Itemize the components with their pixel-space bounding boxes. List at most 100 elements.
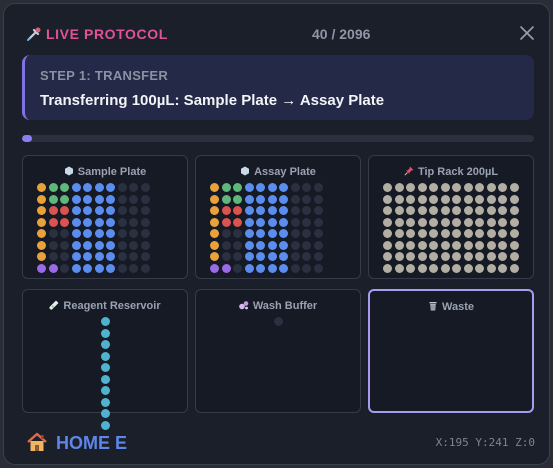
well — [140, 252, 150, 261]
tip — [429, 252, 438, 261]
well — [221, 206, 231, 215]
well — [313, 194, 323, 204]
reservoir-well — [101, 409, 110, 418]
tip — [452, 229, 461, 238]
well — [267, 183, 277, 192]
well — [256, 194, 265, 204]
well — [129, 240, 138, 250]
trash-icon — [429, 302, 437, 311]
tip — [452, 217, 461, 227]
well — [290, 217, 300, 227]
house-icon — [27, 432, 47, 451]
tip — [383, 229, 392, 238]
deck-slot-wash-buffer[interactable]: Wash Buffer — [195, 289, 361, 413]
well — [37, 229, 46, 238]
tip — [394, 240, 404, 250]
tip — [417, 252, 427, 261]
well — [48, 206, 58, 215]
slot-title: Reagent Reservoir — [63, 300, 161, 312]
slot-title: Sample Plate — [77, 166, 147, 178]
well — [210, 183, 219, 192]
tip — [417, 263, 427, 273]
tip — [486, 240, 496, 250]
deck-slot-sample-plate[interactable]: Sample Plate — [22, 155, 188, 279]
well — [140, 240, 150, 250]
well — [129, 183, 138, 192]
wash-buffer-well — [274, 317, 283, 326]
well — [71, 252, 81, 261]
reservoir-well — [101, 374, 110, 384]
well — [244, 183, 254, 192]
tip — [463, 252, 473, 261]
well — [290, 194, 300, 204]
reservoir-well — [101, 420, 110, 430]
tip — [452, 194, 461, 204]
deck-slot-tip-rack[interactable]: Tip Rack 200µL — [368, 155, 534, 279]
tip — [440, 229, 450, 238]
tip — [486, 217, 496, 227]
well — [106, 183, 115, 192]
well — [83, 206, 92, 215]
tip — [440, 240, 450, 250]
well — [83, 217, 92, 227]
tip — [394, 252, 404, 261]
well — [221, 194, 231, 204]
well — [94, 183, 104, 192]
tip — [417, 183, 427, 192]
tip — [498, 206, 507, 215]
tip — [452, 240, 461, 250]
well — [302, 183, 311, 192]
well — [71, 263, 81, 273]
reservoir-well — [101, 340, 110, 349]
tip — [509, 252, 519, 261]
well — [83, 183, 92, 192]
well — [48, 194, 58, 204]
tip — [509, 229, 519, 238]
tip — [417, 206, 427, 215]
well — [140, 263, 150, 273]
well — [313, 183, 323, 192]
well — [129, 217, 138, 227]
well — [117, 183, 127, 192]
well — [48, 263, 58, 273]
well — [313, 252, 323, 261]
tip — [406, 194, 415, 204]
tip — [440, 217, 450, 227]
well — [221, 183, 231, 192]
well — [279, 240, 288, 250]
tip — [498, 217, 507, 227]
well — [244, 252, 254, 261]
tip — [383, 217, 392, 227]
tip — [498, 229, 507, 238]
well — [302, 263, 311, 273]
well — [267, 229, 277, 238]
tip — [475, 217, 484, 227]
deck-slot-reagent-reservoir[interactable]: Reagent Reservoir — [22, 289, 188, 430]
tip — [509, 217, 519, 227]
tip — [406, 252, 415, 261]
tip — [383, 194, 392, 204]
well — [256, 217, 265, 227]
well — [233, 252, 242, 261]
well — [233, 194, 242, 204]
well — [233, 229, 242, 238]
well — [83, 263, 92, 273]
well — [267, 252, 277, 261]
well — [129, 229, 138, 238]
well — [210, 206, 219, 215]
tip — [394, 263, 404, 273]
tip — [417, 194, 427, 204]
close-icon[interactable] — [519, 25, 535, 41]
tip — [440, 206, 450, 215]
header: LIVE PROTOCOL 40 / 2096 — [4, 4, 549, 54]
tip — [429, 263, 438, 273]
deck-slot-assay-plate[interactable]: Assay Plate — [195, 155, 361, 279]
tip — [383, 252, 392, 261]
test-tube-icon — [49, 300, 59, 310]
tip — [509, 240, 519, 250]
deck-slot-waste[interactable]: Waste — [368, 289, 534, 413]
well — [60, 240, 69, 250]
tip — [394, 183, 404, 192]
tip — [475, 263, 484, 273]
slot-title: Tip Rack 200µL — [417, 166, 499, 178]
